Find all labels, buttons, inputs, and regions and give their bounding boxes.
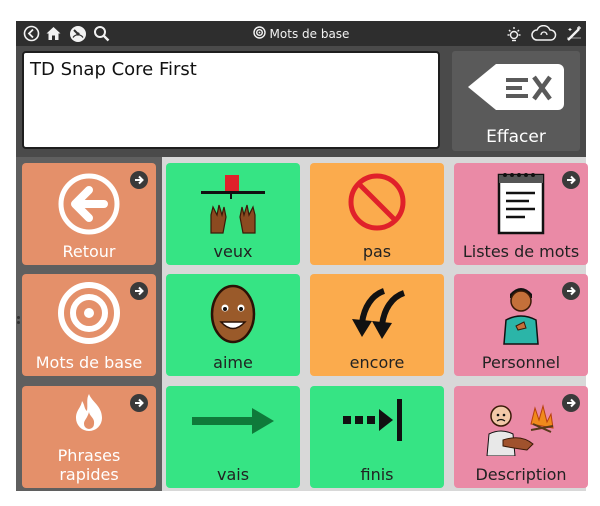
word-tile-label: aime: [213, 353, 253, 372]
nav-tile-back[interactable]: Retour: [22, 163, 156, 265]
word-tile-label: vais: [216, 465, 250, 484]
word-tile-veux[interactable]: veux: [166, 163, 300, 265]
word-tile-vais[interactable]: vais: [166, 386, 300, 488]
page-title-bar: Mots de base: [16, 21, 586, 46]
clear-button-label: Effacer: [486, 127, 546, 147]
edit-wand-icon[interactable]: [564, 24, 583, 43]
target-icon: [252, 25, 266, 42]
word-tile-label: Description: [475, 465, 567, 484]
word-tile-finis[interactable]: finis: [310, 386, 444, 488]
no-sign-icon: [310, 169, 444, 235]
nav-tile-quick-phrases[interactable]: Phrases rapides: [22, 386, 156, 488]
message-text: TD Snap Core First: [30, 59, 197, 80]
word-tile-pas[interactable]: pas: [310, 163, 444, 265]
chevron-right-icon: [561, 393, 581, 413]
drag-handle-dot: [17, 321, 20, 324]
word-tile-label: veux: [213, 242, 253, 261]
chevron-right-icon: [129, 393, 149, 413]
word-tile-encore[interactable]: encore: [310, 274, 444, 376]
eraser-icon: [466, 61, 566, 117]
word-tile-label: Personnel: [481, 353, 561, 372]
nav-tile-label: Mots de base: [35, 353, 143, 372]
finish-line-icon: [310, 390, 444, 450]
nav-tile-label: Retour: [62, 242, 116, 261]
want-hands-icon: [166, 169, 300, 235]
word-tile-label: finis: [360, 465, 394, 484]
chevron-right-icon: [129, 170, 149, 190]
word-tile-description[interactable]: Description: [454, 386, 588, 488]
chevron-right-icon: [129, 281, 149, 301]
drag-handle-dot: [17, 316, 20, 319]
chevron-right-icon: [561, 281, 581, 301]
word-tile-label: encore: [349, 353, 405, 372]
nav-tile-core-words[interactable]: Mots de base: [22, 274, 156, 376]
repeat-arrows-icon: [310, 280, 444, 346]
page-title: Mots de base: [269, 26, 350, 41]
message-window[interactable]: TD Snap Core First: [22, 51, 440, 149]
brightness-icon[interactable]: [504, 24, 523, 43]
nav-tile-label: Phrases rapides: [57, 446, 121, 484]
word-tile-listes-de-mots[interactable]: Listes de mots: [454, 163, 588, 265]
word-tile-aime[interactable]: aime: [166, 274, 300, 376]
cloud-sync-icon[interactable]: [531, 24, 557, 43]
top-toolbar: Mots de base: [16, 21, 586, 46]
chevron-right-icon: [561, 170, 581, 190]
word-tile-label: Listes de mots: [462, 242, 580, 261]
word-tile-label: pas: [362, 242, 392, 261]
smiling-face-icon: [166, 280, 300, 346]
clear-button[interactable]: Effacer: [452, 51, 580, 151]
word-tile-personnel[interactable]: Personnel: [454, 274, 588, 376]
arrow-right-icon: [166, 396, 300, 446]
